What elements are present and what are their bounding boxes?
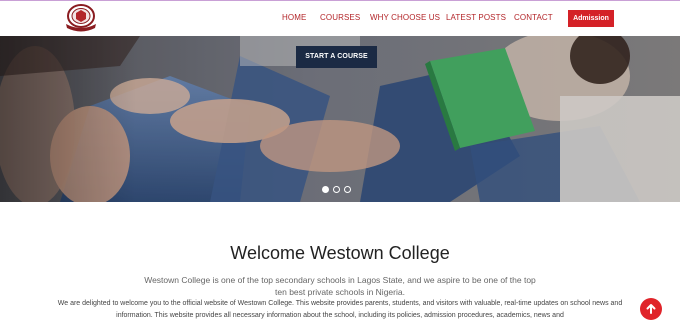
scroll-to-top-button[interactable]: [640, 298, 662, 320]
hero-slider: START A COURSE: [0, 36, 680, 202]
nav-courses-link[interactable]: COURSES: [320, 13, 360, 22]
welcome-intro-text: Westown College is one of the top second…: [144, 275, 536, 297]
slider-dot-3[interactable]: [344, 186, 351, 193]
welcome-heading: Welcome Westown College: [230, 243, 450, 263]
admission-button[interactable]: Admission: [568, 10, 614, 27]
welcome-body-text: We are delighted to welcome you to the o…: [57, 300, 623, 319]
start-a-course-button[interactable]: START A COURSE: [296, 46, 377, 68]
nav-contact-link[interactable]: CONTACT: [514, 13, 553, 22]
main-nav: HOME COURSES WHY CHOOSE US LATEST POSTS …: [0, 1, 680, 36]
nav-why-choose-us-link[interactable]: WHY CHOOSE US: [370, 13, 440, 22]
nav-latest-posts-link[interactable]: LATEST POSTS: [446, 13, 506, 22]
nav-home-link[interactable]: HOME: [282, 13, 306, 22]
arrow-up-icon: [646, 304, 656, 314]
slider-dot-1[interactable]: [322, 186, 329, 193]
site-header: HOME COURSES WHY CHOOSE US LATEST POSTS …: [0, 1, 680, 37]
slider-dot-2[interactable]: [333, 186, 340, 193]
